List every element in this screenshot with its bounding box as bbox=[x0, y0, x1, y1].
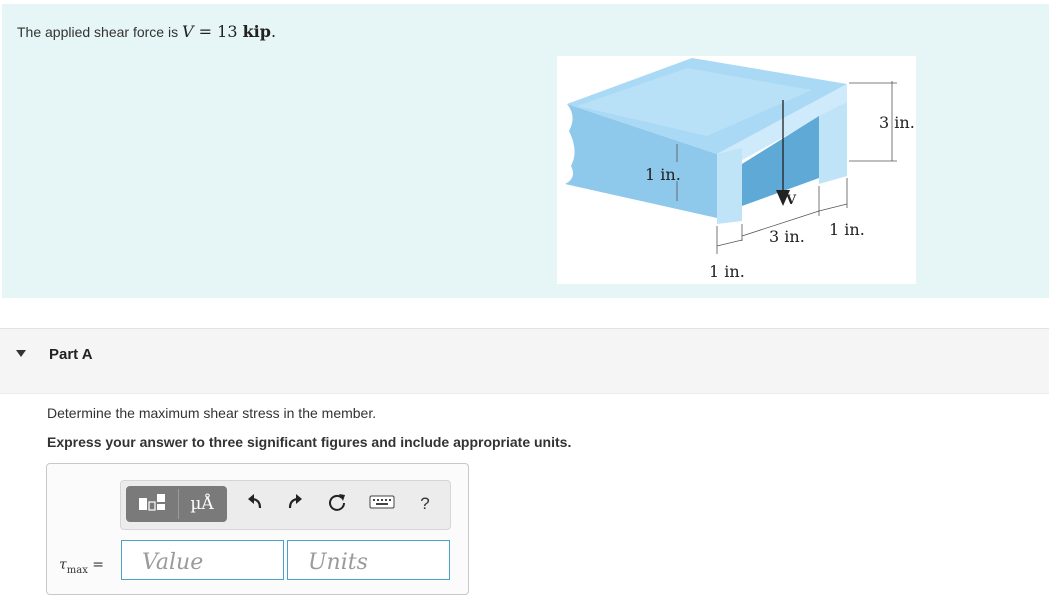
answer-instruction: Express your answer to three significant… bbox=[47, 434, 572, 450]
shear-symbol: V bbox=[181, 22, 194, 41]
reset-button[interactable] bbox=[323, 487, 351, 521]
units-button[interactable]: µÅ bbox=[178, 489, 225, 519]
templates-icon bbox=[137, 492, 167, 517]
answer-equals: = bbox=[92, 557, 105, 573]
part-title: Part A bbox=[49, 346, 93, 363]
shear-force-expression: V = 13 kip. bbox=[182, 22, 276, 41]
templates-button[interactable] bbox=[129, 489, 175, 519]
value-input[interactable] bbox=[121, 540, 284, 580]
dim-height-label: 3 in. bbox=[879, 113, 915, 132]
tau-symbol: τ bbox=[59, 557, 67, 573]
dim-left-web-label: 1 in. bbox=[709, 262, 745, 281]
reset-icon bbox=[327, 492, 347, 517]
math-toolbar: µÅ ? bbox=[120, 480, 451, 530]
keyboard-button[interactable] bbox=[367, 487, 397, 521]
answer-input-panel: µÅ ? τmax = Value Units bbox=[46, 463, 469, 595]
units-icon: µÅ bbox=[190, 494, 214, 514]
shear-unit: kip bbox=[242, 22, 271, 41]
keyboard-icon bbox=[369, 495, 395, 514]
undo-icon bbox=[246, 493, 264, 516]
part-a-header[interactable]: Part A bbox=[0, 328, 1049, 394]
equals-sign: = bbox=[198, 22, 213, 41]
force-label: V bbox=[785, 193, 797, 208]
beam-cross-section-illustration: V 1 in. 3 in. 3 in. 1 in. 1 in. bbox=[565, 58, 915, 281]
beam-figure: V 1 in. 3 in. 3 in. 1 in. 1 in. bbox=[557, 56, 916, 284]
undo-button[interactable] bbox=[241, 487, 269, 521]
toolbar-template-group: µÅ bbox=[126, 486, 227, 522]
problem-statement: The applied shear force is V = 13 kip. bbox=[17, 22, 276, 41]
tau-subscript: max bbox=[66, 564, 88, 576]
redo-button[interactable] bbox=[281, 487, 309, 521]
collapse-triangle-icon[interactable] bbox=[16, 350, 26, 357]
shear-value: 13 bbox=[217, 22, 238, 41]
units-input[interactable] bbox=[287, 540, 450, 580]
answer-variable-label: τmax = bbox=[59, 557, 104, 576]
dim-top-flange-label: 1 in. bbox=[645, 165, 681, 184]
statement-period: . bbox=[270, 22, 277, 41]
help-button[interactable]: ? bbox=[413, 487, 437, 521]
help-icon: ? bbox=[420, 494, 430, 513]
left-web-front bbox=[717, 148, 742, 224]
dim-right-web-label: 1 in. bbox=[829, 220, 865, 239]
question-text: Determine the maximum shear stress in th… bbox=[47, 405, 377, 421]
problem-statement-panel: The applied shear force is V = 13 kip. V… bbox=[2, 4, 1049, 298]
dim-gap-label: 3 in. bbox=[769, 227, 805, 246]
redo-icon bbox=[286, 493, 304, 516]
statement-text: The applied shear force is bbox=[17, 24, 179, 40]
right-web-front bbox=[819, 102, 847, 184]
